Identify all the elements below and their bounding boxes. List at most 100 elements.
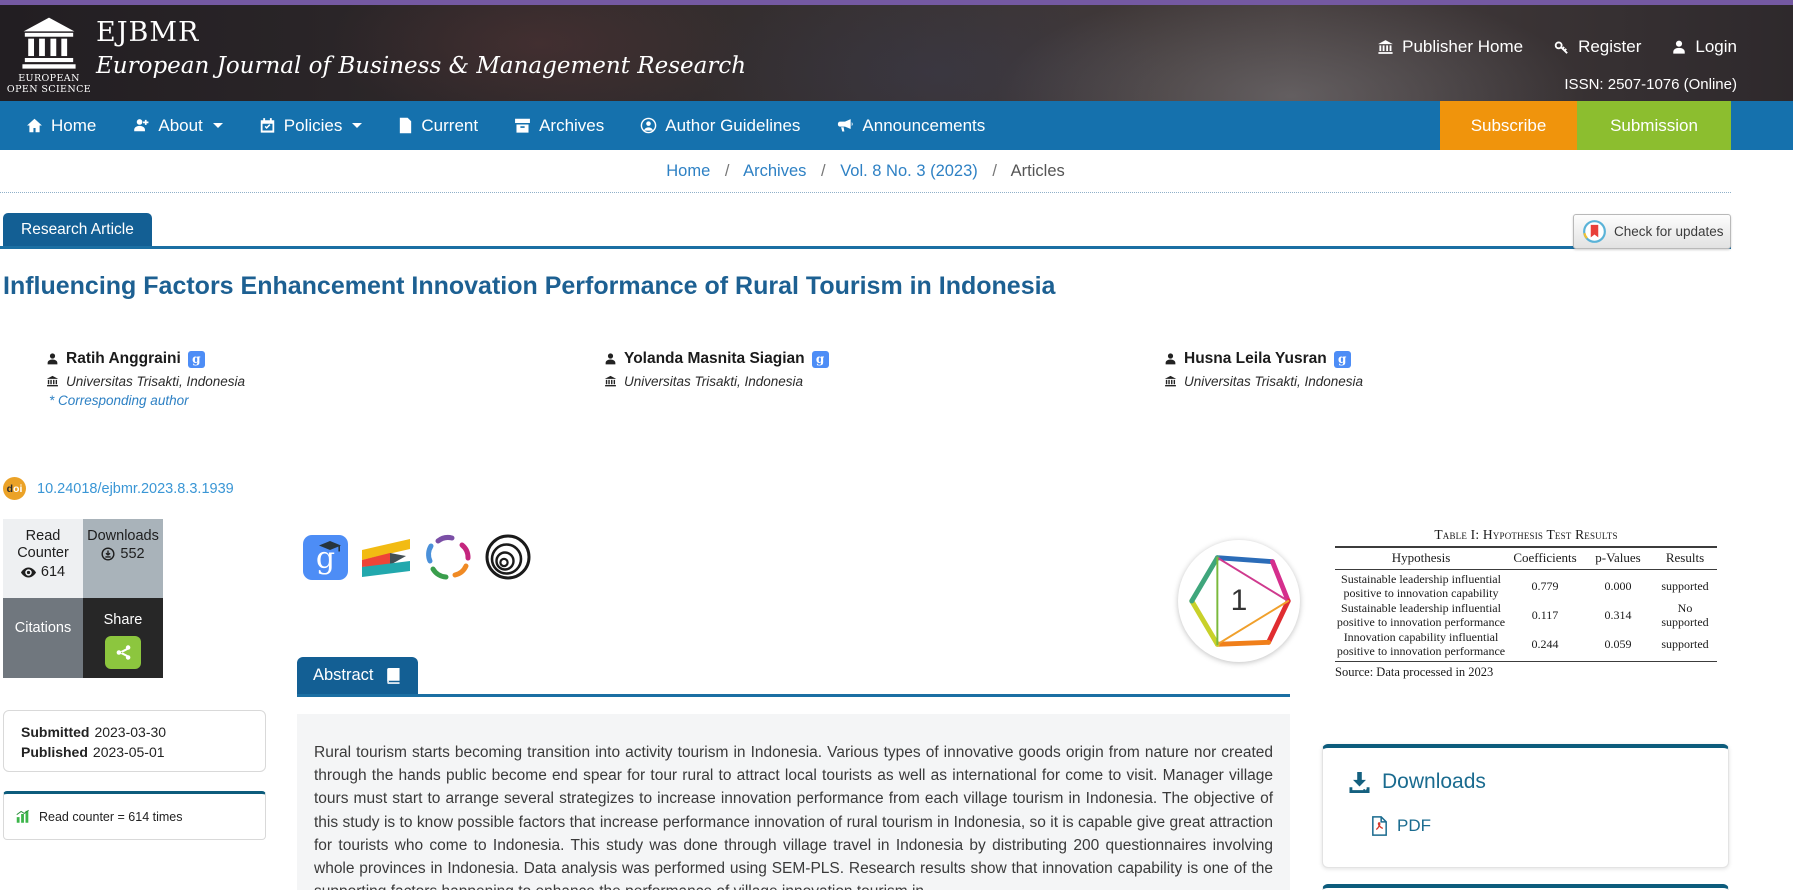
google-scholar-badge[interactable]: g [1334,351,1351,368]
table-row: Innovation capability influential positi… [1335,630,1717,659]
author-block-2: Yolanda Masnita Siagian g Universitas Tr… [604,350,829,389]
nav-label: About [158,116,202,136]
nav-label: Announcements [862,116,985,136]
abstract-tab-underline [297,694,1290,697]
nav-item-current[interactable]: Current [398,116,478,136]
register-link[interactable]: Register [1553,37,1641,57]
concentric-circles-icon[interactable] [484,533,532,581]
doi-row: doi 10.24018/ejbmr.2023.8.3.1939 [3,477,234,500]
publisher-home-link[interactable]: Publisher Home [1377,37,1523,57]
breadcrumb-link-home[interactable]: Home [666,162,710,180]
downloads-heading: Downloads [1382,770,1486,794]
read-counter-note: Read counter = 614 times [39,810,183,824]
downloads-label: Downloads [83,528,163,544]
published-label: Published [21,744,88,760]
share-button[interactable] [105,636,141,669]
breadcrumb-link-issue[interactable]: Vol. 8 No. 3 (2023) [840,162,978,180]
pdf-download-link[interactable]: PDF [1371,816,1728,836]
nav-label: Policies [284,116,343,136]
nav-menu: Home About Policies Current Archives [26,101,985,150]
tab-abstract[interactable]: Abstract [297,657,418,694]
breadcrumb-separator: / [725,162,730,180]
table-header-row: Hypothesis Coefficients p-Values Results [1335,548,1717,570]
subscribe-button[interactable]: Subscribe [1440,101,1577,150]
doi-link[interactable]: 10.24018/ejbmr.2023.8.3.1939 [37,481,234,497]
table-row: Sustainable leadership influential posit… [1335,601,1717,630]
citations-cell[interactable]: Citations [3,598,83,678]
dimensions-citation-count: 1 [1178,540,1300,662]
user-icon [604,352,617,366]
downloads-panel: Downloads PDF [1322,744,1729,868]
next-panel-edge [1322,884,1729,890]
dimensions-citation-badge[interactable]: 1 [1178,540,1300,662]
section-tab-underline [0,246,1731,249]
chevron-down-icon [213,123,223,128]
dotted-divider [0,192,1731,193]
calendar-check-icon [259,117,276,134]
submission-label: Submission [1610,116,1698,136]
table-title: Table I: Hypothesis Test Results [1335,527,1717,546]
pdf-label: PDF [1397,816,1431,836]
journal-name: European Journal of Business & Managemen… [96,53,746,79]
download-icon [1348,772,1371,793]
nav-item-archives[interactable]: Archives [514,116,604,136]
author-affiliation: Universitas Trisakti, Indonesia [66,374,245,389]
google-scholar-badge[interactable]: g [188,351,205,368]
author-name: Ratih Anggraini [66,350,181,368]
chart-bars-icon [15,809,31,824]
publisher-bank-logo-icon[interactable] [20,14,78,72]
issn-text: ISSN: 2507-1076 (Online) [1564,76,1737,93]
section-tab-label: Research Article [21,221,134,239]
nav-label: Home [51,116,96,136]
main-navbar: Home About Policies Current Archives [0,101,1793,150]
header-links: Publisher Home Register Login [1377,37,1737,57]
chevron-down-icon [352,123,362,128]
read-counter-cell: Read Counter 614 [3,519,83,598]
google-scholar-icon[interactable]: g [303,535,348,580]
bank-icon [604,375,617,388]
abstract-text: Rural tourism starts becoming transition… [314,741,1273,890]
author-affiliation: Universitas Trisakti, Indonesia [624,374,803,389]
table-row: Sustainable leadership influential posit… [1335,570,1717,601]
share-label: Share [104,612,143,628]
breadcrumb: Home / Archives / Vol. 8 No. 3 (2023) / … [0,162,1731,181]
nav-label: Current [421,116,478,136]
published-value: 2023-05-01 [93,744,165,760]
nav-item-about[interactable]: About [132,116,222,136]
section-tab-research-article[interactable]: Research Article [3,213,152,247]
nav-item-policies[interactable]: Policies [259,116,363,136]
semantic-scholar-icon[interactable] [360,534,412,580]
journal-acronym: EJBMR [96,17,199,48]
downloads-cell: Downloads 552 [83,519,163,598]
pdf-file-icon [1371,816,1388,836]
author-block-1: Ratih Anggraini g Universitas Trisakti, … [46,350,245,389]
crossmark-icon [1582,219,1607,244]
journal-article-page: EUROPEANOPEN SCIENCE EJBMR European Jour… [0,0,1793,890]
nav-item-announcements[interactable]: Announcements [836,116,985,136]
submitted-label: Submitted [21,724,89,740]
google-scholar-badge[interactable]: g [812,351,829,368]
eye-icon [21,567,36,578]
login-link[interactable]: Login [1671,37,1737,57]
read-counter-note-card: Read counter = 614 times [3,791,266,840]
doi-icon: doi [3,477,26,500]
download-circle-icon [101,547,115,561]
nav-item-home[interactable]: Home [26,116,96,136]
breadcrumb-separator: / [992,162,997,180]
abstract-panel: Rural tourism starts becoming transition… [297,714,1290,890]
check-for-updates-button[interactable]: Check for updates [1573,214,1731,249]
share-icon [115,644,132,661]
author-block-3: Husna Leila Yusran g Universitas Trisakt… [1164,350,1363,389]
breadcrumb-link-archives[interactable]: Archives [743,162,806,180]
bank-icon [1164,375,1177,388]
user-icon [1164,352,1177,366]
indexing-icons-row: g [303,533,532,581]
nav-item-author-guidelines[interactable]: Author Guidelines [640,116,800,136]
submitted-value: 2023-03-30 [94,724,166,740]
login-label: Login [1695,37,1737,57]
downloads-value: 552 [120,546,144,562]
multicolor-pinwheel-icon[interactable] [424,533,472,581]
breadcrumb-separator: / [821,162,826,180]
submission-button[interactable]: Submission [1577,101,1731,150]
user-icon [46,352,59,366]
